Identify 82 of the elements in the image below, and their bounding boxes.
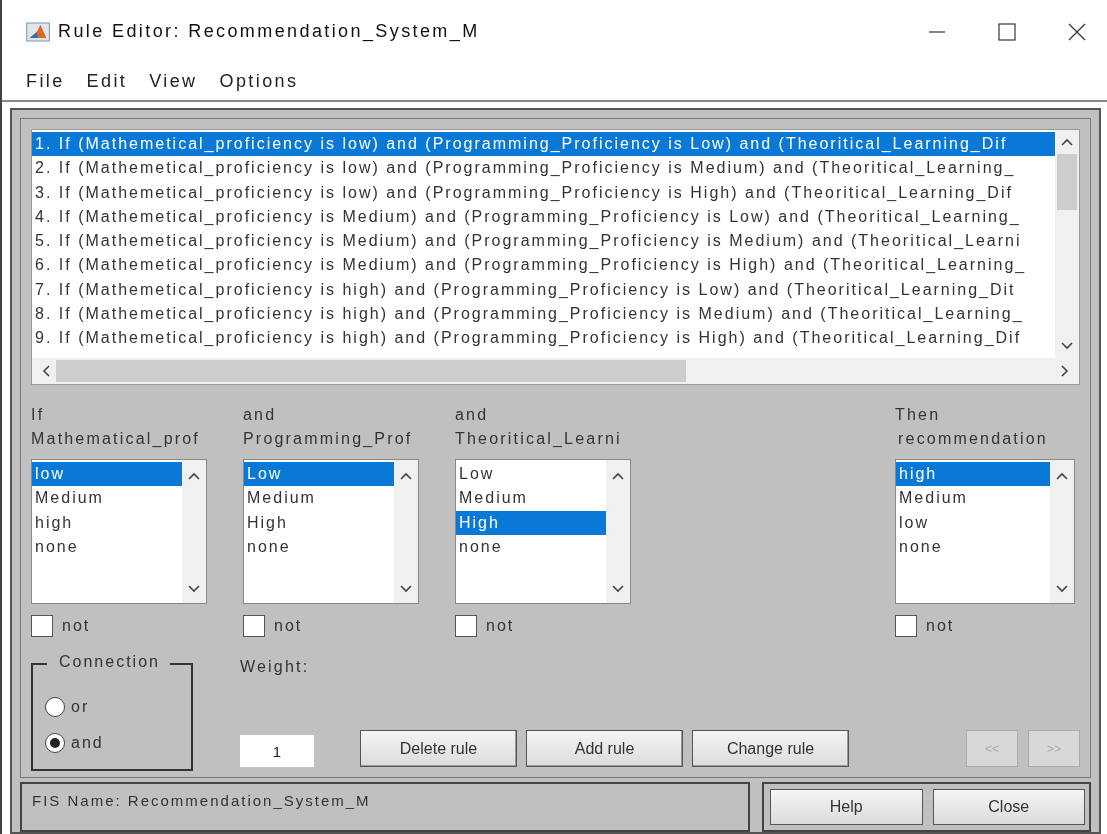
scroll-up-icon[interactable] <box>1061 138 1073 146</box>
scroll-right-icon[interactable] <box>1061 365 1069 377</box>
horizontal-scrollbar[interactable] <box>32 358 1079 384</box>
variable-label: Mathematical_prof <box>31 429 202 449</box>
variable-label: Theoritical_Learni <box>455 429 623 449</box>
scroll-up-icon[interactable] <box>400 472 412 480</box>
list-option[interactable]: low <box>32 462 182 487</box>
checkbox[interactable] <box>31 615 53 637</box>
membership-list[interactable]: high Medium low none <box>895 459 1075 604</box>
scroll-down-icon[interactable] <box>400 585 412 593</box>
rule-item[interactable]: 4. If (Mathemetical_proficiency is Medium) and (Programming_Proficiency is Low) and (Theoritical_Learning_ <box>32 204 1055 230</box>
list-option[interactable]: Low <box>244 462 394 487</box>
connector-label: Then <box>895 405 942 425</box>
rule-item[interactable]: 9. If (Mathemetical_proficiency is high) and (Programming_Proficiency is High) and (Theoritical_Learning_Dif <box>32 326 1055 351</box>
variable-label: Programming_Prof <box>243 429 414 449</box>
list-option[interactable]: none <box>244 534 394 560</box>
connector-label: If <box>31 405 46 425</box>
list-option[interactable]: none <box>456 534 606 560</box>
action-button[interactable]: Change rule <box>692 730 849 767</box>
footer-button[interactable]: Help <box>770 789 923 825</box>
rule-list[interactable] <box>31 129 1080 385</box>
scroll-down-icon[interactable] <box>188 585 200 593</box>
membership-list[interactable]: low Medium high none <box>31 459 207 604</box>
radio-label: and <box>71 734 104 752</box>
checkbox[interactable] <box>243 615 265 637</box>
status-bar: FIS Name: Recommendation_System_M <box>20 782 750 832</box>
list-option[interactable]: High <box>456 510 606 535</box>
scroll-up-icon[interactable] <box>1056 472 1068 480</box>
checkbox-label: not <box>926 617 955 635</box>
rule-item[interactable]: 2. If (Mathemetical_proficiency is low) and (Programming_Proficiency is Medium) and (Theoritical_Learning_ <box>32 156 1055 181</box>
weight-field[interactable]: 1 <box>240 735 314 767</box>
rule-item[interactable]: 5. If (Mathemetical_proficiency is Medium) and (Programming_Proficiency is Medium) and (Theoritical_Learni <box>32 229 1055 254</box>
checkbox[interactable] <box>455 615 477 637</box>
connector-label: and <box>243 405 278 425</box>
menu-item[interactable]: Options <box>219 71 299 93</box>
list-option[interactable]: High <box>244 510 394 535</box>
menu-item[interactable]: Edit <box>86 71 128 93</box>
list-option[interactable]: none <box>32 534 182 560</box>
list-option[interactable]: none <box>896 534 1050 560</box>
connector-label: and <box>455 405 490 425</box>
list-option[interactable]: high <box>896 462 1050 487</box>
scrollbar-thumb[interactable] <box>1057 154 1077 210</box>
list-option[interactable]: Medium <box>32 486 182 511</box>
scroll-down-icon[interactable] <box>612 585 624 593</box>
vertical-scrollbar[interactable] <box>1055 130 1079 358</box>
window-title: Rule Editor: Recommendation_System_M <box>58 21 480 43</box>
maximize-icon[interactable] <box>997 21 1017 42</box>
action-button[interactable]: Add rule <box>526 730 683 767</box>
app-icon <box>26 21 50 42</box>
list-option[interactable]: Low <box>456 462 606 487</box>
membership-list[interactable]: Low Medium High none <box>243 459 419 604</box>
scroll-down-icon[interactable] <box>1056 585 1068 593</box>
list-option[interactable]: high <box>32 510 182 535</box>
scroll-up-icon[interactable] <box>188 472 200 480</box>
radio-label: or <box>71 698 90 716</box>
scroll-down-icon[interactable] <box>1061 342 1073 350</box>
checkbox-label: not <box>274 617 303 635</box>
menu-item[interactable]: View <box>149 71 198 93</box>
radio-button[interactable] <box>45 733 65 753</box>
rule-item[interactable]: 6. If (Mathemetical_proficiency is Medium) and (Programming_Proficiency is High) and (Theoritical_Learning_ <box>32 253 1055 278</box>
list-option[interactable]: Medium <box>456 486 606 511</box>
footer-button[interactable]: Close <box>932 789 1085 825</box>
checkbox-label: not <box>62 617 91 635</box>
rule-item[interactable]: 8. If (Mathemetical_proficiency is high) and (Programming_Proficiency is Medium) and (Theoritical_Learning_ <box>32 302 1055 327</box>
membership-list[interactable]: Low Medium High none <box>455 459 631 604</box>
scrollbar-thumb[interactable] <box>56 360 686 382</box>
checkbox[interactable] <box>895 615 917 637</box>
variable-label: recommendation <box>897 429 1049 449</box>
checkbox-label: not <box>486 617 515 635</box>
list-option[interactable]: Medium <box>244 486 394 511</box>
radio-button[interactable] <box>45 697 65 717</box>
close-icon[interactable] <box>1067 21 1087 42</box>
scroll-up-icon[interactable] <box>612 472 624 480</box>
weight-label: Weight: <box>240 657 311 677</box>
rule-item[interactable]: 1. If (Mathemetical_proficiency is low) and (Programming_Proficiency is Low) and (Theoritical_Learning_Dif <box>32 132 1055 157</box>
rule-item[interactable]: 7. If (Mathemetical_proficiency is high) and (Programming_Proficiency is Low) and (Theoritical_Learning_Dit <box>32 277 1055 303</box>
menu-item[interactable]: File <box>26 71 65 93</box>
scroll-left-icon[interactable] <box>42 365 50 377</box>
list-option[interactable]: low <box>896 510 1050 535</box>
rule-item[interactable]: 3. If (Mathemetical_proficiency is low) and (Programming_Proficiency is High) and (Theoritical_Learning_Dif <box>32 180 1055 205</box>
action-button[interactable]: Delete rule <box>360 730 517 767</box>
list-option[interactable]: Medium <box>896 486 1050 511</box>
